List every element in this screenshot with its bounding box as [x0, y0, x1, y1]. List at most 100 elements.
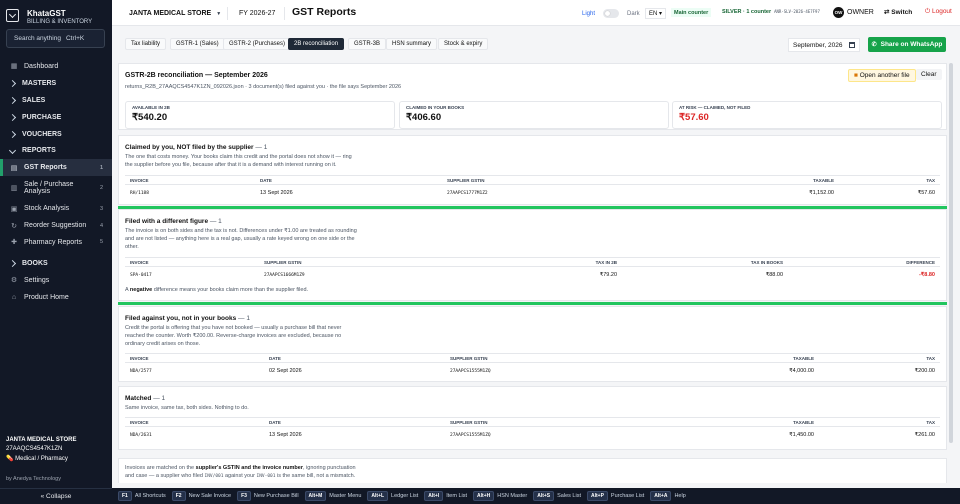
shortcut-key: Alt+S: [533, 491, 555, 501]
logout-button[interactable]: ⏻ Logout: [922, 6, 955, 18]
month-picker[interactable]: September, 2026: [788, 38, 860, 52]
switch-button[interactable]: ⇄ Switch: [880, 6, 916, 18]
recon-header-panel: GSTR-2B reconciliation — September 2026 …: [118, 63, 947, 130]
tab-gstr1[interactable]: GSTR-1 (Sales): [170, 38, 225, 50]
plan-info: SILVER · 1 counter ANR-SLV-2026-4E7F97: [722, 9, 820, 15]
report-icon: ▤: [10, 164, 18, 172]
sidebar-item-masters[interactable]: MASTERS: [0, 75, 112, 92]
shortcut-key: Alt+H: [473, 491, 495, 501]
stat-label: CLAIMED IN YOUR BOOKS: [406, 105, 465, 110]
cell-gstin: 27AAPCS1555M1ZQ: [450, 368, 491, 374]
tab-2b-reconciliation[interactable]: 2B reconciliation: [288, 38, 345, 50]
shortcut-ledger-list[interactable]: Alt+L Ledger List: [367, 491, 418, 501]
section-title: Filed with a different figure — 1: [125, 218, 222, 225]
tab-gstr2[interactable]: GSTR-2 (Purchases): [223, 38, 292, 50]
fy-label: FY 2026-27: [239, 10, 276, 17]
cell-tax: ₹57.60: [917, 190, 935, 196]
table-row[interactable]: SPA-0417 27AAPCS1666M1Z9 ₹79.20 ₹88.00 -…: [125, 269, 940, 281]
owner-menu[interactable]: OW OWNER: [833, 7, 874, 18]
sidebar-item-sales[interactable]: SALES: [0, 92, 112, 109]
desc-line: ordinary credit arises on those.: [125, 341, 201, 347]
col-date: DATE: [260, 177, 272, 183]
desc-line: reached the counter. Worth ₹200.00. Reve…: [125, 333, 342, 339]
col-invoice: INVOICE: [130, 419, 149, 425]
table-header: INVOICE DATE SUPPLIER GSTIN TAXABLE TAX: [125, 417, 940, 427]
tab-gstr3b[interactable]: GSTR-3B: [348, 38, 387, 50]
section-title-text: Claimed by you, NOT filed by the supplie…: [125, 144, 254, 151]
fy-selector[interactable]: FY 2026-27: [239, 7, 286, 20]
collapse-button[interactable]: « Collapse: [0, 488, 112, 504]
sidebar-item-sale-purchase-analysis[interactable]: ▥ Sale / Purchase Analysis 2: [0, 176, 112, 200]
sidebar-item-product-home[interactable]: ⌂ Product Home: [0, 289, 112, 306]
cell-tax: ₹200.00: [914, 368, 935, 374]
sidebar-item-dashboard[interactable]: ▦ Dashboard: [0, 58, 112, 75]
brand-subtitle: BILLING & INVENTORY: [27, 19, 93, 25]
shortcut-label: Master Menu: [329, 493, 362, 499]
sidebar-nav: ▦ Dashboard MASTERS SALES PURCHASE VOUCHE…: [0, 58, 112, 306]
cell-tax: ₹261.00: [914, 432, 935, 438]
desc-line: the supplier before you file, because af…: [125, 162, 337, 168]
cell-taxable: ₹4,000.00: [789, 368, 814, 374]
language-select[interactable]: EN ▾: [645, 8, 667, 19]
sidebar-item-vouchers[interactable]: VOUCHERS: [0, 126, 112, 143]
shortcut-new-purchase[interactable]: F3 New Purchase Bill: [237, 491, 299, 501]
sidebar-item-pharmacy-reports[interactable]: ✚ Pharmacy Reports 5: [0, 234, 112, 251]
footnote-line: and case — a supplier who filed INV/001 …: [125, 472, 940, 481]
note-text: difference means your books claim more t…: [153, 287, 309, 293]
sidebar-item-reorder-suggestion[interactable]: ↻ Reorder Suggestion 4: [0, 217, 112, 234]
search-input[interactable]: Search anything Ctrl+K: [6, 29, 105, 48]
sidebar-item-books[interactable]: BOOKS: [0, 255, 112, 272]
tab-stock-expiry[interactable]: Stock & expiry: [438, 38, 489, 50]
col-invoice: INVOICE: [130, 177, 149, 183]
sidebar-item-purchase[interactable]: PURCHASE: [0, 109, 112, 126]
shortcut-hsn-master[interactable]: Alt+H HSN Master: [473, 491, 527, 501]
table-row[interactable]: NDA/2577 02 Sept 2026 27AAPCS1555M1ZQ ₹4…: [125, 365, 940, 377]
sidebar-item-reports[interactable]: REPORTS: [0, 142, 112, 159]
table-header: INVOICE SUPPLIER GSTIN TAX IN 2B TAX IN …: [125, 257, 940, 267]
topbar: JANTA MEDICAL STORE ▼ FY 2026-27 GST Repo…: [112, 0, 960, 26]
table-row[interactable]: RH/1188 13 Sept 2026 27AAPCS1777M1Z2 ₹1,…: [125, 187, 940, 199]
share-whatsapp-button[interactable]: ✆ Share on WhatsApp: [868, 37, 946, 52]
store-selector[interactable]: JANTA MEDICAL STORE ▼: [121, 7, 229, 20]
folder-icon: ■: [854, 72, 858, 79]
tab-tax-liability[interactable]: Tax liability: [125, 38, 167, 50]
search-shortcut: Ctrl+K: [65, 35, 85, 42]
shortcut-purchase-list[interactable]: Alt+P Purchase List: [586, 491, 644, 501]
theme-dark-label: Dark: [627, 10, 640, 17]
shop-name: JANTA MEDICAL STORE: [6, 437, 77, 443]
footnote-text: against your: [225, 473, 255, 479]
col-invoice: INVOICE: [130, 259, 149, 265]
stat-value: ₹406.60: [406, 112, 442, 123]
calendar-icon: [849, 42, 855, 48]
shortcut-new-sale[interactable]: F2 New Sale Invoice: [171, 491, 231, 501]
sidebar-item-gst-reports[interactable]: ▤ GST Reports 1: [0, 159, 112, 177]
toggle-switch[interactable]: [603, 9, 620, 18]
clear-button[interactable]: Clear: [916, 69, 942, 80]
shortcut-master-menu[interactable]: Alt+M Master Menu: [304, 491, 362, 501]
shortcut-all[interactable]: F1 All Shortcuts: [118, 491, 166, 501]
desc-line: The invoice is on both sides and the tax…: [125, 228, 357, 234]
stat-claimed-in-books: CLAIMED IN YOUR BOOKS ₹406.60: [399, 101, 669, 129]
open-file-button[interactable]: ■ Open another file: [848, 69, 916, 82]
theme-toggle[interactable]: Light Dark: [582, 9, 640, 18]
tab-hsn-summary[interactable]: HSN summary: [386, 38, 438, 50]
scrollbar[interactable]: [949, 63, 953, 443]
sidebar-item-stock-analysis[interactable]: ▣ Stock Analysis 3: [0, 200, 112, 217]
shortcut-label: New Purchase Bill: [253, 493, 299, 499]
col-supplier-gstin: SUPPLIER GSTIN: [450, 355, 488, 361]
recon-title: GSTR-2B reconciliation — September 2026: [125, 72, 268, 79]
footnote-text: Invoices are matched on the: [125, 465, 195, 471]
table-row[interactable]: NDA/2631 13 Sept 2026 27AAPCS1555M1ZQ ₹1…: [125, 429, 940, 441]
desc-line: other.: [125, 244, 139, 250]
shortcut-help[interactable]: Alt+A Help: [650, 491, 686, 501]
shortcut-sales-list[interactable]: Alt+S Sales List: [533, 491, 581, 501]
col-taxable: TAXABLE: [793, 355, 814, 361]
shortcut-item-list[interactable]: Alt+I Item List: [424, 491, 467, 501]
shop-type-label: Medical / Pharmacy: [15, 456, 68, 462]
col-tax-in-books: TAX IN BOOKS: [750, 259, 783, 265]
sidebar-item-settings[interactable]: ⚙ Settings: [0, 272, 112, 289]
desc-line: and are not listed — anything here is a …: [125, 236, 355, 242]
col-tax: TAX: [926, 355, 935, 361]
box-icon: ▣: [10, 205, 18, 213]
sidebar: KhataGST BILLING & INVENTORY Search anyt…: [0, 0, 112, 504]
